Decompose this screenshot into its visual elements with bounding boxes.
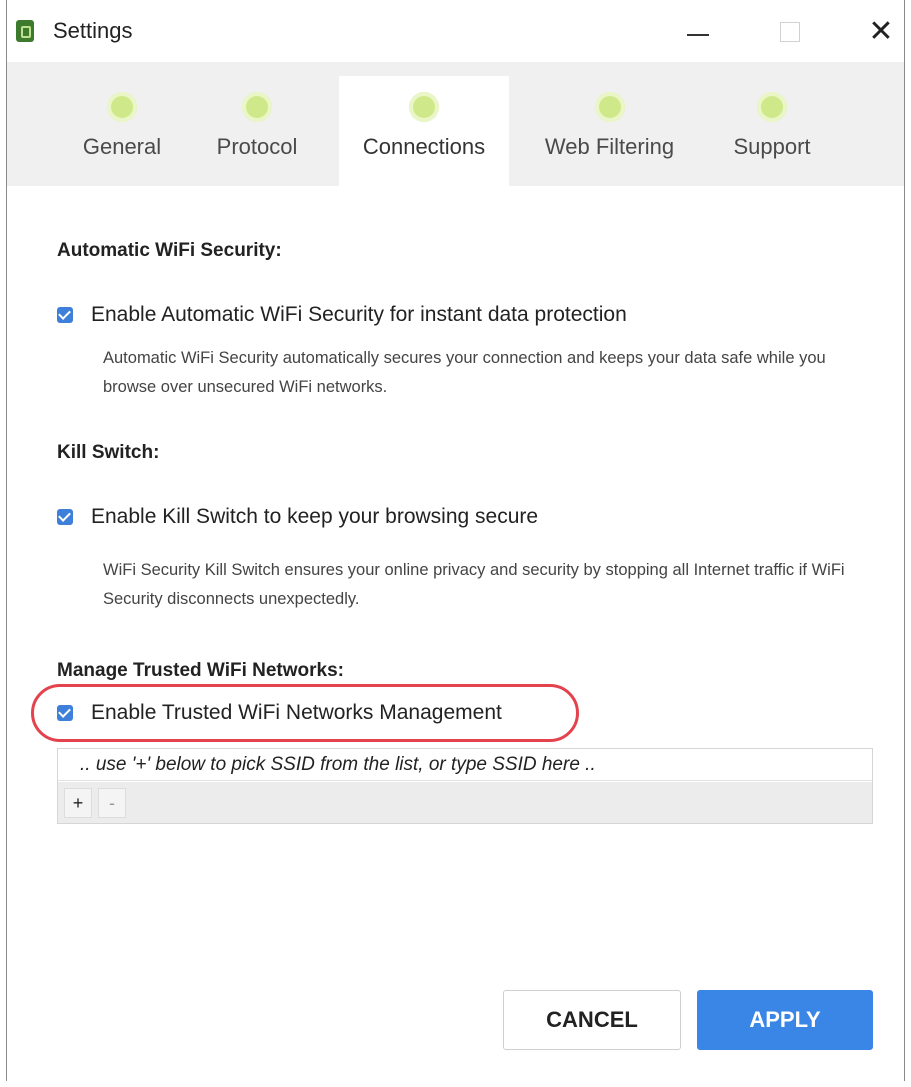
tab-connections[interactable]: Connections (339, 76, 509, 186)
add-ssid-button[interactable]: + (64, 788, 92, 818)
support-icon (757, 92, 787, 122)
tab-label: Connections (362, 134, 486, 159)
wifi-security-checkbox-row[interactable]: Enable Automatic WiFi Security for insta… (57, 300, 627, 330)
tab-general[interactable]: General (67, 76, 177, 186)
maximize-button[interactable] (770, 12, 810, 52)
trusted-networks-checkbox[interactable] (57, 705, 73, 721)
tab-bar: General Protocol Connections Web Filteri… (7, 62, 904, 186)
kill-switch-checkbox-label: Enable Kill Switch to keep your browsing… (91, 505, 539, 528)
wifi-security-checkbox-label: Enable Automatic WiFi Security for insta… (91, 303, 627, 326)
window-title: Settings (53, 18, 133, 43)
tab-web-filtering[interactable]: Web Filtering (527, 76, 692, 186)
ssid-list-box: + - (57, 748, 873, 824)
minimize-button[interactable] (679, 12, 719, 52)
cancel-button[interactable]: CANCEL (503, 990, 681, 1050)
settings-window: Settings ✕ General Protocol Connections … (6, 0, 905, 1081)
wifi-security-checkbox[interactable] (57, 307, 73, 323)
kill-switch-heading: Kill Switch: (57, 442, 160, 463)
kill-switch-checkbox[interactable] (57, 509, 73, 525)
apply-button[interactable]: APPLY (697, 990, 873, 1050)
tab-label: Web Filtering (544, 134, 675, 159)
connection-icon (409, 92, 439, 122)
wifi-security-heading: Automatic WiFi Security: (57, 240, 282, 261)
wifi-security-description: Automatic WiFi Security automatically se… (103, 349, 826, 396)
key-icon (242, 92, 272, 122)
kill-switch-description: WiFi Security Kill Switch ensures your o… (103, 561, 845, 608)
gear-icon (107, 92, 137, 122)
connections-panel: Automatic WiFi Security: Enable Automati… (7, 186, 904, 1081)
trusted-networks-checkbox-label: Enable Trusted WiFi Networks Management (91, 701, 502, 724)
trusted-networks-checkbox-row[interactable]: Enable Trusted WiFi Networks Management (57, 698, 502, 728)
tab-protocol[interactable]: Protocol (202, 76, 312, 186)
ssid-toolbar: + - (58, 782, 872, 823)
tab-label: General (82, 134, 162, 159)
title-bar: Settings ✕ (7, 0, 904, 62)
tab-support[interactable]: Support (712, 76, 832, 186)
close-button[interactable]: ✕ (861, 12, 901, 52)
kill-switch-checkbox-row[interactable]: Enable Kill Switch to keep your browsing… (57, 502, 538, 532)
tab-label: Support (733, 134, 811, 159)
filter-icon (594, 92, 625, 122)
app-lock-icon (16, 20, 34, 42)
ssid-input[interactable] (58, 749, 872, 781)
remove-ssid-button[interactable]: - (98, 788, 126, 818)
tab-label: Protocol (216, 134, 298, 159)
trusted-networks-heading: Manage Trusted WiFi Networks: (57, 660, 344, 681)
